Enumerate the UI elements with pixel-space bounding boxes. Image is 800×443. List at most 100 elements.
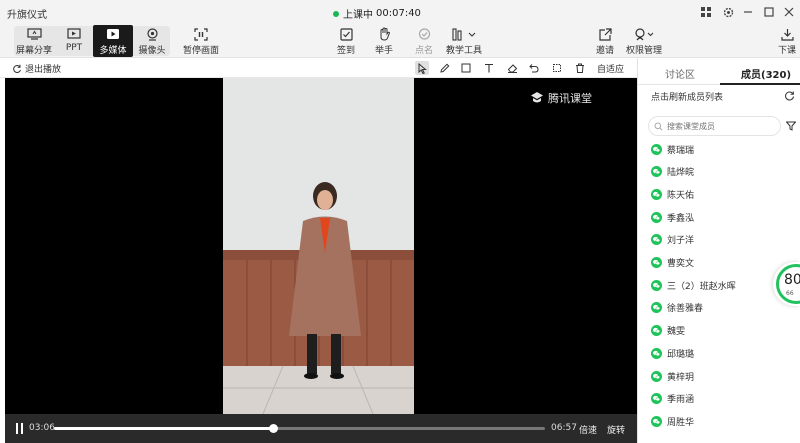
- tencent-classroom-logo-icon: [531, 92, 543, 103]
- camera-label: 摄像头: [138, 46, 166, 56]
- rectangle-tool[interactable]: [459, 61, 473, 75]
- frame-icon: [553, 64, 561, 72]
- text-tool[interactable]: [482, 61, 496, 75]
- multimedia-label: 多媒体: [99, 46, 127, 56]
- side-panel: 讨论区 成员(320) 点击刷新成员列表 蔡瑞瑞陆烨皖陈天佑季鑫泓刘子洋曹奕文三…: [637, 58, 800, 443]
- grid-icon[interactable]: [698, 4, 714, 20]
- screen-share-icon: [26, 27, 42, 41]
- member-item[interactable]: 曹奕文: [651, 255, 694, 271]
- wechat-icon: [651, 166, 662, 178]
- member-item[interactable]: 魏雯: [651, 323, 685, 339]
- wechat-icon: [651, 393, 662, 405]
- pause-button[interactable]: [15, 423, 25, 434]
- undo-icon: [529, 64, 539, 73]
- delete-tool[interactable]: [573, 61, 587, 75]
- raise-hand-icon: [376, 27, 392, 41]
- member-search-input[interactable]: [667, 121, 777, 131]
- tab-members[interactable]: 成员(320): [741, 66, 791, 81]
- undo-tool[interactable]: [527, 61, 541, 75]
- watermark-text: 腾讯课堂: [548, 92, 592, 105]
- fit-button[interactable]: 自适应: [597, 62, 624, 75]
- member-item[interactable]: 三（2）班赵水晖: [651, 277, 736, 293]
- member-search-box[interactable]: [648, 116, 781, 136]
- roll-call-button[interactable]: 点名: [412, 25, 436, 57]
- wechat-icon: [651, 347, 662, 359]
- wechat-icon: [651, 370, 662, 382]
- refresh-members-label: 点击刷新成员列表: [651, 93, 724, 103]
- close-icon[interactable]: [781, 4, 797, 20]
- member-item[interactable]: 陈天佑: [651, 186, 694, 202]
- wechat-icon: [651, 188, 662, 200]
- check-in-label: 签到: [336, 46, 355, 56]
- playback-toolbar: 退出播放 自适应: [0, 58, 637, 78]
- settings-icon[interactable]: [720, 4, 736, 20]
- member-item[interactable]: 邱璐璐: [651, 345, 694, 361]
- member-name: 邱璐璐: [667, 349, 695, 360]
- raise-hand-button[interactable]: 举手: [372, 25, 396, 57]
- member-item[interactable]: 陆烨皖: [651, 164, 694, 180]
- roll-call-icon: [416, 27, 432, 41]
- wechat-icon: [651, 325, 662, 337]
- permission-button[interactable]: 权限管理: [626, 25, 662, 57]
- watermark-logo: 腾讯课堂: [530, 90, 592, 106]
- network-score: 80: [784, 272, 800, 288]
- pen-icon: [439, 63, 449, 73]
- raise-hand-label: 举手: [374, 46, 393, 56]
- end-class-button[interactable]: 下课: [776, 25, 798, 57]
- pause-frame-button[interactable]: 暂停画面: [181, 25, 221, 57]
- wechat-icon: [651, 143, 662, 155]
- pointer-tool[interactable]: [415, 61, 429, 75]
- permission-icon: [633, 27, 655, 41]
- member-item[interactable]: 刘子洋: [651, 232, 694, 248]
- teaching-tools-button[interactable]: 教学工具: [444, 25, 484, 57]
- clear-frame-tool[interactable]: [550, 61, 564, 75]
- invite-label: 邀请: [595, 46, 614, 56]
- member-item[interactable]: 徐善雅春: [651, 300, 703, 316]
- member-name: 三（2）班赵水晖: [667, 281, 736, 292]
- progress-fill: [54, 427, 273, 430]
- pen-tool[interactable]: [437, 61, 451, 75]
- pause-icon: [16, 423, 18, 434]
- member-item[interactable]: 蔡瑞瑞: [651, 141, 694, 157]
- member-name: 季鑫泓: [667, 213, 695, 224]
- pause-frame-icon: [193, 27, 209, 41]
- tab-discussion[interactable]: 讨论区: [665, 66, 695, 81]
- member-item[interactable]: 季雨涵: [651, 391, 694, 407]
- member-name: 蔡瑞瑞: [667, 145, 695, 156]
- maximize-icon[interactable]: [761, 4, 777, 20]
- progress-knob[interactable]: [268, 424, 278, 433]
- end-class-icon: [779, 27, 795, 41]
- refresh-icon[interactable]: [784, 90, 795, 101]
- speed-button[interactable]: 倍速: [579, 423, 597, 436]
- progress-bar[interactable]: [54, 424, 545, 433]
- minimize-icon[interactable]: [740, 4, 756, 20]
- member-item[interactable]: 周胜华: [651, 413, 694, 429]
- member-item[interactable]: 季鑫泓: [651, 209, 694, 225]
- network-sub-value: 66: [786, 290, 794, 297]
- search-icon: [654, 122, 663, 131]
- check-in-button[interactable]: 签到: [334, 25, 358, 57]
- wechat-icon: [651, 211, 662, 223]
- wechat-icon: [651, 234, 662, 246]
- screen-share-label: 屏幕分享: [15, 46, 52, 56]
- camera-button[interactable]: 摄像头: [134, 25, 170, 57]
- multimedia-button[interactable]: 多媒体: [93, 25, 133, 57]
- class-timer: 00:07:40: [376, 8, 421, 19]
- camera-icon: [144, 27, 160, 41]
- live-status: 上课中 00:07:40: [333, 6, 421, 21]
- invite-button[interactable]: 邀请: [593, 25, 617, 57]
- screen-share-button[interactable]: 屏幕分享: [14, 25, 54, 57]
- eraser-tool[interactable]: [505, 61, 519, 75]
- filter-icon[interactable]: [786, 121, 796, 131]
- exit-playback-button[interactable]: 退出播放: [12, 62, 61, 75]
- rotate-button[interactable]: 旋转: [607, 423, 625, 436]
- title-bar: 升旗仪式 上课中 00:07:40: [0, 0, 800, 24]
- member-item[interactable]: 黄梓玥: [651, 368, 694, 384]
- ppt-button[interactable]: PPT: [58, 25, 90, 57]
- player-controls: 03:06 06:57 倍速 旋转: [5, 414, 637, 443]
- member-name: 陆烨皖: [667, 168, 695, 179]
- wechat-icon: [651, 302, 662, 314]
- member-name: 魏雯: [667, 327, 686, 338]
- refresh-row[interactable]: 点击刷新成员列表: [638, 85, 800, 107]
- member-name: 曹奕文: [667, 259, 695, 269]
